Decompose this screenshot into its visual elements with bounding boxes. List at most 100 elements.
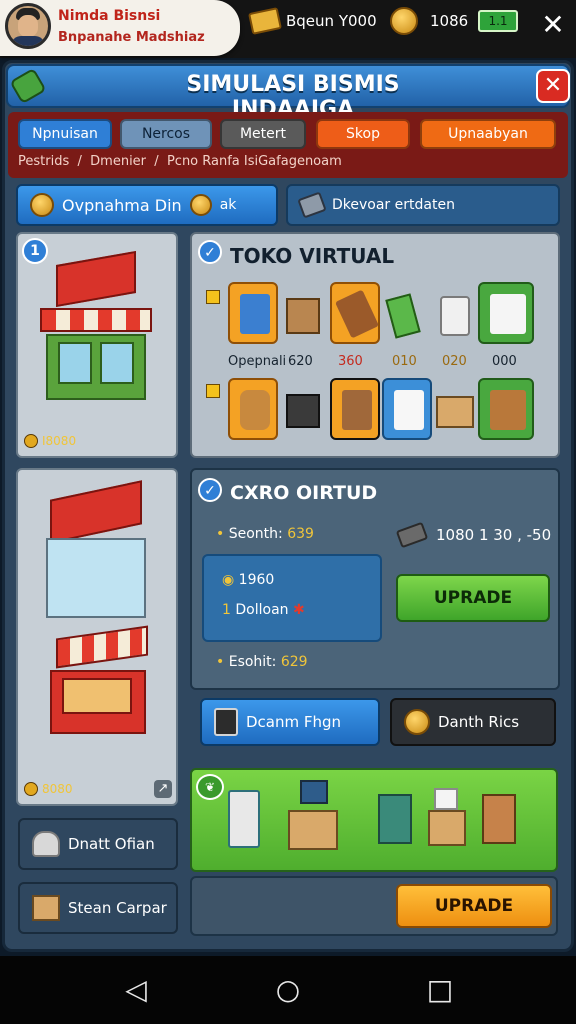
- store2-price: 8080: [24, 782, 73, 796]
- back-icon[interactable]: ◁: [118, 972, 154, 1008]
- danth-button[interactable]: Danth Rics: [390, 698, 556, 746]
- product-slot[interactable]: [228, 282, 278, 344]
- resource-cash-label: Bqeun Y000: [286, 12, 377, 30]
- info-num: 1: [222, 602, 231, 618]
- phone-icon[interactable]: [385, 293, 421, 339]
- toko-title: TOKO VIRTUAL: [230, 244, 395, 268]
- seonth-label: Seonth:: [228, 526, 283, 542]
- store2-price-label: 8080: [42, 782, 73, 796]
- market-stall-icon: [38, 250, 158, 408]
- poster-icon[interactable]: [434, 788, 458, 810]
- system-nav-bar: ◁ ○ □: [0, 956, 576, 1024]
- gold-coin-icon: [24, 434, 38, 448]
- crate-icon[interactable]: [286, 298, 320, 334]
- tablet-icon: [214, 708, 238, 736]
- stean-button[interactable]: Stean Carpar: [18, 882, 178, 934]
- leaf-icon: ❦: [196, 774, 224, 800]
- info-value-1: 1960: [238, 572, 275, 588]
- upgrade-button-2[interactable]: UPRADE: [396, 884, 552, 928]
- price-label: 620: [288, 354, 313, 369]
- product-slot[interactable]: [228, 378, 278, 440]
- tab-upnaabyan[interactable]: Upnaabyan: [420, 119, 556, 149]
- info-line-1: ◉ 1960: [222, 572, 275, 588]
- check-badge-icon: ✓: [198, 478, 222, 502]
- box-icon[interactable]: [288, 810, 338, 850]
- bottle-icon[interactable]: [440, 296, 470, 336]
- store-card-1[interactable]: 1 I8080: [16, 232, 178, 458]
- close-icon[interactable]: ✕: [536, 8, 570, 42]
- ovpnahma-label: Ovpnahma Din: [62, 195, 182, 215]
- product-slot[interactable]: [330, 282, 380, 344]
- price-label: 020: [442, 354, 467, 369]
- key-icon: [206, 384, 220, 398]
- edit-icon[interactable]: ↗: [154, 780, 172, 798]
- esohit-label: Esohit:: [228, 654, 277, 670]
- status-top-bar: Nimda Bisnsi Bnpanahe Madshiaz Bqeun Y00…: [0, 0, 576, 58]
- store1-price-label: I8080: [42, 434, 77, 448]
- seonth-value: 639: [287, 526, 314, 542]
- gold-coin-icon: [30, 193, 54, 217]
- product-slot[interactable]: [382, 378, 432, 440]
- profile-card[interactable]: Nimda Bisnsi Bnpanahe Madshiaz: [0, 0, 240, 56]
- box-icon[interactable]: [428, 810, 466, 846]
- resource-coins-label: 1086: [430, 12, 469, 30]
- price-label: 010: [392, 354, 417, 369]
- cabinet-icon[interactable]: [378, 794, 412, 844]
- ovpnahma-button[interactable]: Ovpnahma Din ak: [16, 184, 278, 226]
- key-icon: [206, 290, 220, 304]
- box-icon[interactable]: [436, 396, 474, 428]
- avatar[interactable]: [5, 3, 51, 49]
- tool-icon: [395, 521, 429, 549]
- bread-icon: [404, 709, 430, 735]
- store-card-2[interactable]: 8080 ↗: [16, 468, 178, 806]
- gold-coin-icon: [189, 194, 212, 216]
- dnatt-label: Dnatt Ofian: [68, 835, 155, 853]
- resource-coins: 1086: [390, 7, 469, 35]
- ovpnahma-badge: ak: [219, 197, 237, 213]
- window-titlebar: SIMULASI BISMIS INDAAIGA ✕: [6, 64, 570, 122]
- monitor-icon[interactable]: [300, 780, 328, 804]
- breadcrumb: Pestrids / Dmenier / Pcno Ranfa IsiGafag…: [18, 154, 342, 169]
- close-button[interactable]: ✕: [536, 69, 570, 103]
- cash-stack-icon: [248, 7, 282, 35]
- tab-npnuisan[interactable]: Npnuisan: [18, 119, 112, 149]
- info-box: ◉ 1960 1 Dolloan ✱: [202, 554, 382, 642]
- product-slot[interactable]: [478, 282, 534, 344]
- breadcrumb-item[interactable]: Pcno Ranfa IsiGafagenoam: [167, 154, 342, 169]
- dcanm-button[interactable]: Dcanm Fhgn: [200, 698, 380, 746]
- tab-strip: Npnuisan Nercos Metert Skop Upnaabyan Pe…: [8, 112, 568, 178]
- upgrade-button[interactable]: UPRADE: [396, 574, 550, 622]
- recents-icon[interactable]: □: [422, 972, 458, 1008]
- cxro-panel: ✓ CXRO OIRTUD • Seonth: 639 1080 1 30 , …: [190, 468, 560, 690]
- stean-label: Stean Carpar: [68, 899, 167, 917]
- price-label: 000: [492, 354, 517, 369]
- tab-nercos[interactable]: Nercos: [120, 119, 212, 149]
- breadcrumb-item[interactable]: Pestrids: [18, 154, 69, 169]
- breadcrumb-item[interactable]: Dmenier: [90, 154, 146, 169]
- upgrade-row: UPRADE: [190, 876, 558, 936]
- dkevoar-label: Dkevoar ertdaten: [332, 197, 455, 213]
- seonth-row: • Seonth: 639: [216, 526, 314, 542]
- fridge-icon[interactable]: [228, 790, 260, 848]
- leaf-icon: [9, 67, 47, 105]
- box-icon: [32, 895, 60, 921]
- esohit-row: • Esohit: 629: [216, 654, 308, 670]
- product-slot[interactable]: [330, 378, 380, 440]
- tab-skop[interactable]: Skop: [316, 119, 410, 149]
- check-badge-icon: ✓: [198, 240, 222, 264]
- chef-hat-icon: [32, 831, 60, 857]
- dnatt-button[interactable]: Dnatt Ofian: [18, 818, 178, 870]
- tool-stats: 1080 1 30 , -50: [436, 526, 552, 544]
- info-text-2: Dolloan: [235, 602, 289, 618]
- danth-label: Danth Rics: [438, 713, 520, 731]
- dkevoar-button[interactable]: Dkevoar ertdaten: [286, 184, 560, 226]
- convenience-store-icon: [36, 480, 160, 752]
- product-slot[interactable]: [478, 378, 534, 440]
- dcanm-label: Dcanm Fhgn: [246, 713, 342, 731]
- tab-metert[interactable]: Metert: [220, 119, 306, 149]
- home-icon[interactable]: ○: [270, 972, 306, 1008]
- shelf-icon[interactable]: [482, 794, 516, 844]
- esohit-value: 629: [280, 654, 308, 670]
- info-line-2: 1 Dolloan ✱: [222, 602, 305, 618]
- camera-icon[interactable]: [286, 394, 320, 428]
